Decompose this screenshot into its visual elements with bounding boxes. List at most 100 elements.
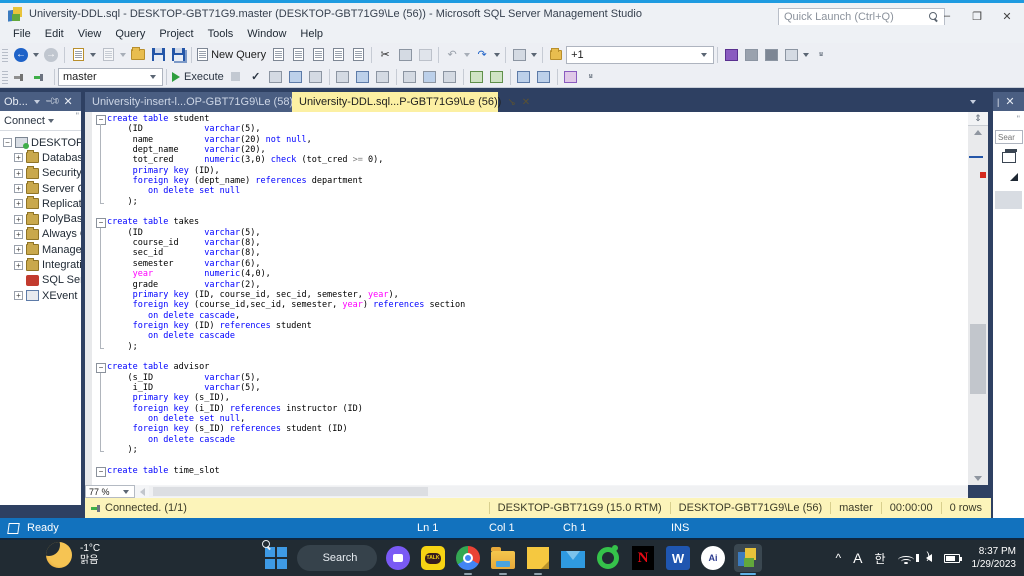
tab-pin-icon[interactable]: ⊸ <box>505 95 519 109</box>
code-line[interactable]: dept_name varchar(20), <box>95 145 465 156</box>
chrome-app-button[interactable] <box>454 544 482 575</box>
save-all-button[interactable] <box>168 45 188 65</box>
sticky-notes-app-button[interactable] <box>524 544 552 575</box>
expand-icon[interactable]: + <box>14 199 23 209</box>
menu-query[interactable]: Query <box>108 26 152 42</box>
weather-widget[interactable]: -1°C 맑음 <box>46 542 100 568</box>
code-line[interactable]: grade varchar(2), <box>95 279 465 291</box>
scroll-left-icon[interactable] <box>135 487 149 496</box>
code-line[interactable]: (ID varchar(5), <box>95 124 465 136</box>
copy-icon[interactable] <box>395 45 415 65</box>
code-line[interactable]: foreign key (s_ID) references student (I… <box>95 424 465 436</box>
tab-university-insert[interactable]: University-insert-l...OP-GBT71G9\Le (58)… <box>85 92 297 112</box>
battery-icon[interactable] <box>943 553 962 563</box>
debug-template-icon[interactable] <box>561 67 581 87</box>
paste-icon[interactable] <box>415 45 435 65</box>
results-to-grid-icon[interactable] <box>420 67 440 87</box>
undo-icon[interactable]: ↶ <box>442 45 462 65</box>
tree-item-xevent-profiler[interactable]: + XEvent Profiler <box>0 288 81 303</box>
tree-item-polybase[interactable]: + PolyBase <box>0 211 81 226</box>
terminal-icon[interactable] <box>781 45 801 65</box>
tree-item-desktop-gbt71g9[interactable]: − DESKTOP-GBT71G9 <box>0 135 81 150</box>
fold-collapse-icon[interactable] <box>95 362 107 374</box>
right-panel-search-input[interactable] <box>995 130 1023 144</box>
taskbar-search[interactable]: Search <box>297 545 377 571</box>
code-line[interactable]: create table time_slot <box>95 466 465 478</box>
add-item-button[interactable] <box>98 45 118 65</box>
menu-edit[interactable]: Edit <box>38 26 71 42</box>
document-list-caret[interactable] <box>968 100 978 104</box>
navigate-back-button[interactable]: ← <box>11 45 31 65</box>
query-options-icon[interactable] <box>286 67 306 87</box>
connect-caret[interactable] <box>47 118 54 123</box>
undo-caret[interactable] <box>464 52 471 57</box>
specify-values-icon[interactable] <box>333 67 353 87</box>
expand-icon[interactable]: + <box>14 214 23 224</box>
new-query-button[interactable]: New Query <box>195 45 268 65</box>
database-combo[interactable]: master <box>58 67 163 86</box>
open-file-button[interactable] <box>128 45 148 65</box>
code-line[interactable]: tot_cred numeric(3,0) check (tot_cred >=… <box>95 155 465 167</box>
volume-icon[interactable] <box>915 551 932 562</box>
expand-icon[interactable]: + <box>14 184 23 194</box>
new-file-button[interactable] <box>68 45 88 65</box>
code-line[interactable]: create table takes <box>95 217 465 229</box>
code-line[interactable]: ); <box>95 196 465 207</box>
collapse-icon[interactable]: − <box>3 138 12 148</box>
quick-launch-input[interactable]: Quick Launch (Ctrl+Q) <box>778 8 945 26</box>
code-line[interactable] <box>95 455 465 465</box>
menu-project[interactable]: Project <box>152 26 200 42</box>
scroll-up-icon[interactable] <box>968 126 988 139</box>
results-to-file-icon[interactable] <box>440 67 460 87</box>
code-line[interactable] <box>95 352 465 362</box>
code-line[interactable]: name varchar(20) not null, <box>95 134 465 146</box>
redo-caret[interactable] <box>494 52 501 57</box>
redo-icon[interactable]: ↷ <box>472 45 492 65</box>
find-combo[interactable]: +1 <box>566 45 715 64</box>
code-line[interactable]: (ID varchar(5), <box>95 227 465 239</box>
kakaotalk-app-button[interactable]: TALK <box>419 544 447 572</box>
xmla-query-icon[interactable] <box>328 45 348 65</box>
database-engine-query-icon[interactable] <box>268 45 288 65</box>
taskbar-clock[interactable]: 8:37 PM 1/29/2023 <box>972 545 1017 571</box>
toolbar-overflow-icon[interactable]: ⸚ <box>811 45 831 65</box>
code-line[interactable]: year numeric(4,0), <box>95 269 465 280</box>
decrease-indent-icon[interactable] <box>514 67 534 87</box>
connect-icon[interactable] <box>11 67 31 87</box>
expand-icon[interactable]: + <box>14 291 23 301</box>
wrench-icon[interactable] <box>741 45 761 65</box>
tree-item-always-on-high-availability[interactable]: + Always On High Availability <box>0 226 81 242</box>
code-line[interactable]: create table student <box>95 114 465 126</box>
code-line[interactable]: on delete set null, <box>95 413 465 425</box>
vscroll-thumb[interactable] <box>970 324 986 394</box>
wifi-icon[interactable] <box>897 552 914 564</box>
menu-view[interactable]: View <box>71 26 109 42</box>
expand-icon[interactable]: + <box>14 168 23 178</box>
code-line[interactable]: i_ID varchar(5), <box>95 382 465 394</box>
sql-editor[interactable]: create table student (ID varchar(5), nam… <box>85 112 968 485</box>
tray-chevron-icon[interactable]: ^ <box>835 551 841 565</box>
code-line[interactable]: foreign key (i_ID) references instructor… <box>95 403 465 415</box>
panel-close-icon[interactable]: ✕ <box>64 95 73 108</box>
results-to-text-icon[interactable] <box>400 67 420 87</box>
scroll-down-icon[interactable] <box>968 472 988 485</box>
increase-indent-icon[interactable] <box>534 67 554 87</box>
mail-app-button[interactable] <box>559 544 587 572</box>
estimated-plan-icon[interactable] <box>266 67 286 87</box>
parse-icon[interactable]: ✓ <box>246 67 266 87</box>
fold-collapse-icon[interactable] <box>95 466 107 478</box>
change-connection-icon[interactable] <box>31 67 51 87</box>
uncomment-icon[interactable] <box>487 67 507 87</box>
expand-icon[interactable]: + <box>14 245 23 255</box>
vs-icon[interactable] <box>721 45 741 65</box>
code-line[interactable]: on delete cascade, <box>95 310 465 322</box>
clipchamp-app-button[interactable] <box>384 544 412 572</box>
splitter-handle-icon[interactable]: ⇕ <box>968 112 988 126</box>
code-line[interactable]: primary key (ID), <box>95 165 465 177</box>
tree-item-security[interactable]: + Security <box>0 165 81 181</box>
tree-item-replication[interactable]: + Replication <box>0 196 81 211</box>
code-line[interactable]: sec_id varchar(8), <box>95 248 465 260</box>
navigate-forward-button[interactable]: → <box>41 45 61 65</box>
dmx-query-icon[interactable] <box>308 45 328 65</box>
editor-hscrollbar[interactable] <box>149 486 968 497</box>
